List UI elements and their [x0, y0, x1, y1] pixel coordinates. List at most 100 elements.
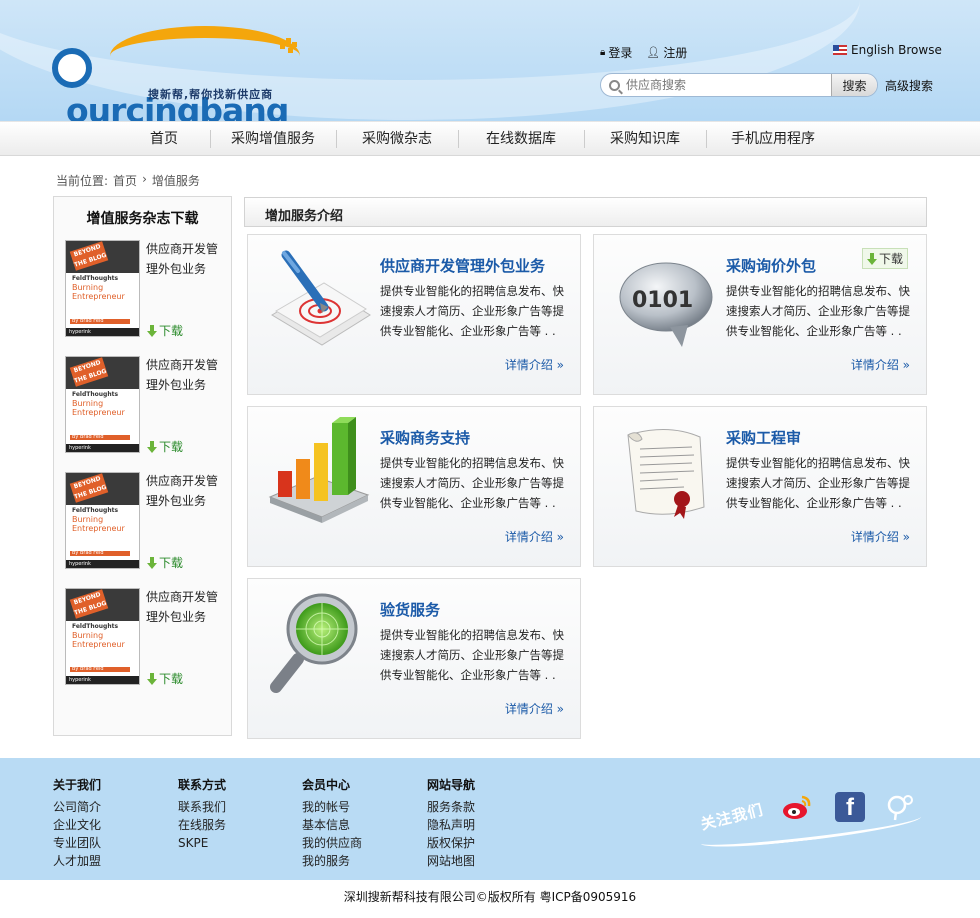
main-section-header: 增加服务介绍 — [244, 197, 927, 227]
service-card: 采购商务支持 提供专业智能化的招聘信息发布、快速搜索人才简历、企业形象广告等提供… — [247, 406, 581, 567]
logo-slogan: 搜新帮,帮你找新供应商 — [148, 88, 274, 101]
download-arrow-icon — [147, 440, 157, 453]
advanced-search-link[interactable]: 高级搜索 — [885, 77, 933, 94]
login-label: 登录 — [608, 46, 633, 60]
footer: 关于我们 公司简介 企业文化 专业团队 人才加盟 联系方式 联系我们 在线服务 … — [0, 758, 980, 880]
card-details-link[interactable]: 详情介绍 » — [505, 700, 564, 717]
card-details-link[interactable]: 详情介绍 » — [851, 356, 910, 373]
register-link[interactable]: 👤︎ 注册 — [646, 44, 687, 61]
document-seal-icon — [627, 428, 705, 519]
footer-link[interactable]: SKPE — [178, 834, 226, 852]
qq-space-icon[interactable] — [886, 792, 916, 822]
cover-author: By Brad Feld — [70, 667, 130, 672]
magazine-title[interactable]: 供应商开发管理外包业务 — [146, 587, 221, 627]
magazine-title[interactable]: 供应商开发管理外包业务 — [146, 471, 221, 511]
footer-link[interactable]: 我的供应商 — [302, 834, 362, 852]
cover-brand: FeldThoughts — [72, 275, 119, 282]
magazine-cover[interactable]: BEYOND THE BLOG FeldThoughts Burning Ent… — [65, 588, 140, 685]
cover-headline: Burning Entrepreneur — [72, 399, 125, 417]
card-title[interactable]: 验货服务 — [380, 599, 440, 620]
footer-col-title: 联系方式 — [178, 778, 227, 792]
download-arrow-icon — [866, 252, 877, 265]
magazine-download-link[interactable]: 下载 — [147, 554, 183, 571]
double-chevron-right-icon: » — [556, 702, 564, 716]
footer-col-contact: 联系方式 联系我们 在线服务 SKPE — [178, 776, 226, 852]
service-card: 0101 下载 采购询价外包 提供专业智能化的招聘信息发布、快速搜索人才简历、企… — [593, 234, 927, 395]
facebook-icon[interactable]: f — [835, 792, 865, 822]
magazine-cover-image: BEYOND THE BLOG FeldThoughts Burning Ent… — [65, 472, 140, 569]
lock-icon: 🔒︎ — [600, 47, 606, 58]
breadcrumb-separator: › — [142, 172, 147, 186]
download-label: 下载 — [159, 324, 184, 338]
card-title[interactable]: 采购询价外包 — [726, 255, 816, 276]
site-logo[interactable]: ourcingbang 搜新帮,帮你找新供应商 — [52, 26, 312, 121]
service-card: 采购工程审 提供专业智能化的招聘信息发布、快速搜索人才简历、企业形象广告等提供专… — [593, 406, 927, 567]
main-nav: 首页 采购增值服务 采购微杂志 在线数据库 采购知识库 手机应用程序 — [0, 121, 980, 156]
magazine-title[interactable]: 供应商开发管理外包业务 — [146, 355, 221, 395]
main-section-title: 增加服务介绍 — [265, 209, 344, 224]
footer-col-title: 网站导航 — [427, 778, 476, 792]
nav-item-online-database[interactable]: 在线数据库 — [458, 122, 584, 156]
footer-link[interactable]: 企业文化 — [53, 816, 101, 834]
download-label: 下载 — [159, 672, 184, 686]
footer-link[interactable]: 隐私声明 — [427, 816, 475, 834]
magazine-cover-image: BEYOND THE BLOG FeldThoughts Burning Ent… — [65, 240, 140, 337]
supplier-search-input[interactable] — [620, 74, 831, 96]
footer-link[interactable]: 人才加盟 — [53, 852, 101, 870]
nav-item-micro-magazine[interactable]: 采购微杂志 — [336, 122, 458, 156]
cover-headline: Burning Entrepreneur — [72, 631, 125, 649]
footer-link[interactable]: 网站地图 — [427, 852, 475, 870]
footer-link[interactable]: 基本信息 — [302, 816, 362, 834]
footer-link[interactable]: 我的服务 — [302, 852, 362, 870]
card-details-link[interactable]: 详情介绍 » — [505, 356, 564, 373]
magazine-title[interactable]: 供应商开发管理外包业务 — [146, 239, 221, 279]
footer-link[interactable]: 联系我们 — [178, 798, 226, 816]
nav-item-knowledge-base[interactable]: 采购知识库 — [584, 122, 706, 156]
login-link[interactable]: 🔒︎ 登录 — [600, 44, 632, 61]
nav-item-value-added[interactable]: 采购增值服务 — [210, 122, 336, 156]
magazine-download-link[interactable]: 下载 — [147, 670, 183, 687]
cover-publisher: hyperink — [66, 444, 139, 452]
us-flag-icon — [833, 45, 847, 55]
sidebar-magazine-downloads: 增值服务杂志下载 BEYOND THE BLOG FeldThoughts Bu… — [53, 196, 232, 736]
english-browse-link[interactable]: English Browse — [833, 43, 942, 57]
nav-item-home[interactable]: 首页 — [118, 122, 210, 156]
footer-link[interactable]: 在线服务 — [178, 816, 226, 834]
cover-brand: FeldThoughts — [72, 391, 119, 398]
card-details-link[interactable]: 详情介绍 » — [505, 528, 564, 545]
details-label: 详情介绍 — [504, 530, 553, 544]
magazine-cover-image: BEYOND THE BLOG FeldThoughts Burning Ent… — [65, 588, 140, 685]
download-label: 下载 — [878, 252, 903, 266]
download-arrow-icon — [147, 672, 157, 685]
card-title[interactable]: 采购商务支持 — [380, 427, 470, 448]
details-label: 详情介绍 — [504, 358, 553, 372]
card-details-link[interactable]: 详情介绍 » — [851, 528, 910, 545]
footer-col-sitenav: 网站导航 服务条款 隐私声明 版权保护 网站地图 — [427, 776, 475, 870]
service-card: 供应商开发管理外包业务 提供专业智能化的招聘信息发布、快速搜索人才简历、企业形象… — [247, 234, 581, 395]
magazine-cover[interactable]: BEYOND THE BLOG FeldThoughts Burning Ent… — [65, 356, 140, 453]
footer-link[interactable]: 专业团队 — [53, 834, 101, 852]
weibo-icon[interactable] — [782, 792, 812, 822]
footer-link[interactable]: 我的帐号 — [302, 798, 362, 816]
cover-author: By Brad Feld — [70, 435, 130, 440]
magazine-download-link[interactable]: 下载 — [147, 438, 183, 455]
svg-text:0101: 0101 — [632, 288, 693, 313]
cover-headline: Burning Entrepreneur — [72, 283, 125, 301]
nav-item-mobile-apps[interactable]: 手机应用程序 — [706, 122, 840, 156]
card-title[interactable]: 供应商开发管理外包业务 — [380, 255, 545, 276]
double-chevron-right-icon: » — [902, 530, 910, 544]
breadcrumb: 当前位置: 首页 › 增值服务 — [56, 172, 200, 189]
footer-link[interactable]: 服务条款 — [427, 798, 475, 816]
cover-author: By Brad Feld — [70, 551, 130, 556]
footer-link[interactable]: 公司简介 — [53, 798, 101, 816]
magazine-cover[interactable]: BEYOND THE BLOG FeldThoughts Burning Ent… — [65, 240, 140, 337]
sidebar-title: 增值服务杂志下载 — [86, 211, 199, 227]
download-label: 下载 — [159, 556, 184, 570]
magazine-download-link[interactable]: 下载 — [147, 322, 183, 339]
card-title[interactable]: 采购工程审 — [726, 427, 801, 448]
footer-link[interactable]: 版权保护 — [427, 834, 475, 852]
breadcrumb-home[interactable]: 首页 — [113, 172, 137, 189]
search-button[interactable]: 搜索 — [831, 74, 877, 96]
magazine-cover[interactable]: BEYOND THE BLOG FeldThoughts Burning Ent… — [65, 472, 140, 569]
card-download-button[interactable]: 下载 — [861, 248, 908, 269]
